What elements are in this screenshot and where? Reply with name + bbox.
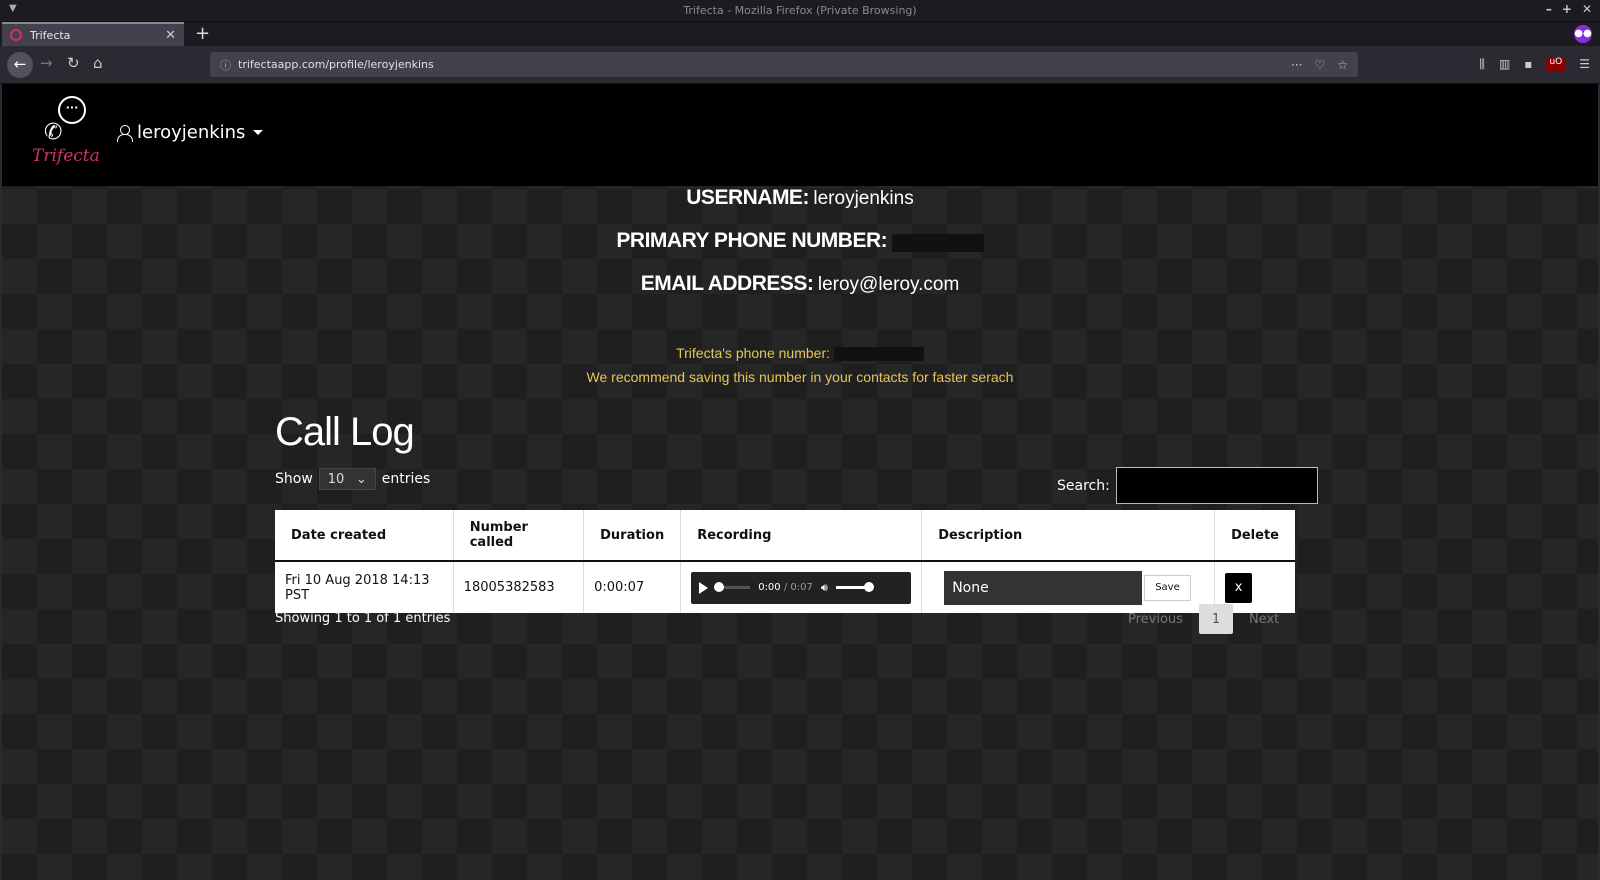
cell-recording: 0:00 / 0:07 🔊︎ <box>680 561 923 613</box>
logo-wordmark: Trifecta <box>32 146 100 166</box>
search-input[interactable] <box>1115 467 1318 504</box>
private-browsing-icon: ●● <box>1574 25 1592 43</box>
tab-bar: Trifecta ✕ + ●● <box>0 22 1600 46</box>
redacted-phone <box>891 233 984 252</box>
window-titlebar: ▼ Trifecta - Mozilla Firefox (Private Br… <box>0 0 1600 22</box>
maximize-icon[interactable]: + <box>1562 2 1572 16</box>
entries-select-value: 10 <box>327 471 345 487</box>
audio-player: 0:00 / 0:07 🔊︎ <box>691 571 912 604</box>
page-content: ··· ✆ Trifecta leroyjenkins USERNAME: le… <box>2 84 1598 880</box>
url-text[interactable]: trifectaapp.com/profile/leroyjenkins <box>238 58 1291 71</box>
ublock-icon[interactable]: uO <box>1546 57 1566 72</box>
close-window-icon[interactable]: ✕ <box>1582 2 1592 16</box>
audio-total-time: / 0:07 <box>783 582 813 593</box>
trifecta-phone-label: Trifecta's phone number: <box>676 345 830 361</box>
url-bar[interactable]: ⓘ trifectaapp.com/profile/leroyjenkins ·… <box>210 52 1358 77</box>
audio-current-time: 0:00 <box>758 582 781 593</box>
chevron-down-icon: ⌄ <box>355 471 367 487</box>
entries-label: entries <box>381 471 431 487</box>
user-dropdown[interactable]: leroyjenkins <box>117 122 264 143</box>
trifecta-phone-line: Trifecta's phone number: <box>2 345 1598 362</box>
phone-line: PRIMARY PHONE NUMBER: <box>2 229 1598 253</box>
reload-button[interactable]: ↻ <box>67 54 80 72</box>
volume-icon[interactable]: 🔊︎ <box>821 581 828 595</box>
nav-toolbar: ← → ↻ ⌂ ⓘ trifectaapp.com/profile/leroyj… <box>0 46 1600 84</box>
description-input[interactable]: None <box>944 570 1143 605</box>
user-icon <box>117 124 133 142</box>
pagination: Previous 1 Next <box>1122 604 1285 634</box>
entries-info: Showing 1 to 1 of 1 entries <box>275 611 451 626</box>
delete-button[interactable]: x <box>1225 572 1253 603</box>
forward-button[interactable]: → <box>40 54 53 72</box>
user-dropdown-label: leroyjenkins <box>137 122 246 143</box>
back-button[interactable]: ← <box>7 52 33 78</box>
show-label: Show <box>275 471 313 487</box>
table-header-row: Date created Number called Duration Reco… <box>275 510 1295 562</box>
entries-length-control: Show 10 ⌄ entries <box>275 468 430 490</box>
col-duration[interactable]: Duration <box>583 510 682 562</box>
col-delete[interactable]: Delete <box>1214 510 1295 562</box>
page-1-button[interactable]: 1 <box>1198 604 1233 634</box>
hamburger-menu-icon[interactable]: ☰ <box>1579 57 1590 72</box>
new-tab-button[interactable]: + <box>195 23 210 44</box>
caret-down-icon <box>253 130 264 135</box>
sidebar-icon[interactable]: ▥ <box>1499 57 1510 72</box>
col-date-created[interactable]: Date created <box>275 510 454 562</box>
page-actions-icon[interactable]: ··· <box>1291 58 1302 72</box>
trifecta-logo[interactable]: ··· ✆ Trifecta <box>28 94 100 174</box>
col-number-called[interactable]: Number called <box>453 510 585 562</box>
volume-slider[interactable] <box>835 582 874 592</box>
tab-title: Trifecta <box>30 28 71 42</box>
favicon-icon <box>10 29 22 41</box>
col-recording[interactable]: Recording <box>680 510 923 562</box>
library-icon[interactable]: ⫼ <box>1479 57 1485 72</box>
email-label: EMAIL ADDRESS: <box>640 272 814 295</box>
email-value: leroy@leroy.com <box>817 274 960 295</box>
email-line: EMAIL ADDRESS: leroy@leroy.com <box>2 272 1598 296</box>
cell-date: Fri 10 Aug 2018 14:13 PST <box>275 561 454 613</box>
window-controls: – + ✕ <box>1546 2 1592 16</box>
tab-close-icon[interactable]: ✕ <box>165 28 176 43</box>
next-page-button[interactable]: Next <box>1243 612 1285 627</box>
username-label: USERNAME: <box>686 186 809 209</box>
col-description[interactable]: Description <box>921 510 1216 562</box>
save-button[interactable]: Save <box>1144 574 1191 601</box>
extension-icon[interactable]: ▪ <box>1524 57 1532 72</box>
previous-page-button[interactable]: Previous <box>1122 612 1189 627</box>
call-log-title: Call Log <box>275 410 415 454</box>
play-icon[interactable] <box>699 581 709 594</box>
site-info-icon[interactable]: ⓘ <box>220 57 238 73</box>
audio-time: 0:00 / 0:07 <box>758 582 813 593</box>
phone-icon: ✆ <box>44 120 63 145</box>
search-control: Search: <box>1057 467 1318 504</box>
username-line: USERNAME: leroyjenkins <box>2 186 1598 210</box>
call-log-table: Date created Number called Duration Reco… <box>275 510 1295 613</box>
cell-number: 18005382583 <box>453 561 585 613</box>
pocket-icon[interactable]: ♡ <box>1314 58 1325 72</box>
phone-label: PRIMARY PHONE NUMBER: <box>616 229 888 252</box>
username-value: leroyjenkins <box>813 188 914 209</box>
minimize-icon[interactable]: – <box>1546 2 1552 16</box>
home-button[interactable]: ⌂ <box>93 54 103 72</box>
site-header: ··· ✆ Trifecta leroyjenkins <box>2 84 1598 186</box>
window-title: Trifecta - Mozilla Firefox (Private Brow… <box>683 4 917 17</box>
cell-duration: 0:00:07 <box>583 561 682 613</box>
entries-select[interactable]: 10 ⌄ <box>318 468 376 490</box>
redacted-trifecta-phone <box>833 347 924 362</box>
audio-seek-slider[interactable] <box>714 582 751 592</box>
bookmark-star-icon[interactable]: ☆ <box>1337 58 1348 72</box>
search-label: Search: <box>1057 477 1110 494</box>
recommend-text: We recommend saving this number in your … <box>586 369 1014 385</box>
tab-trifecta[interactable]: Trifecta ✕ <box>2 22 184 46</box>
